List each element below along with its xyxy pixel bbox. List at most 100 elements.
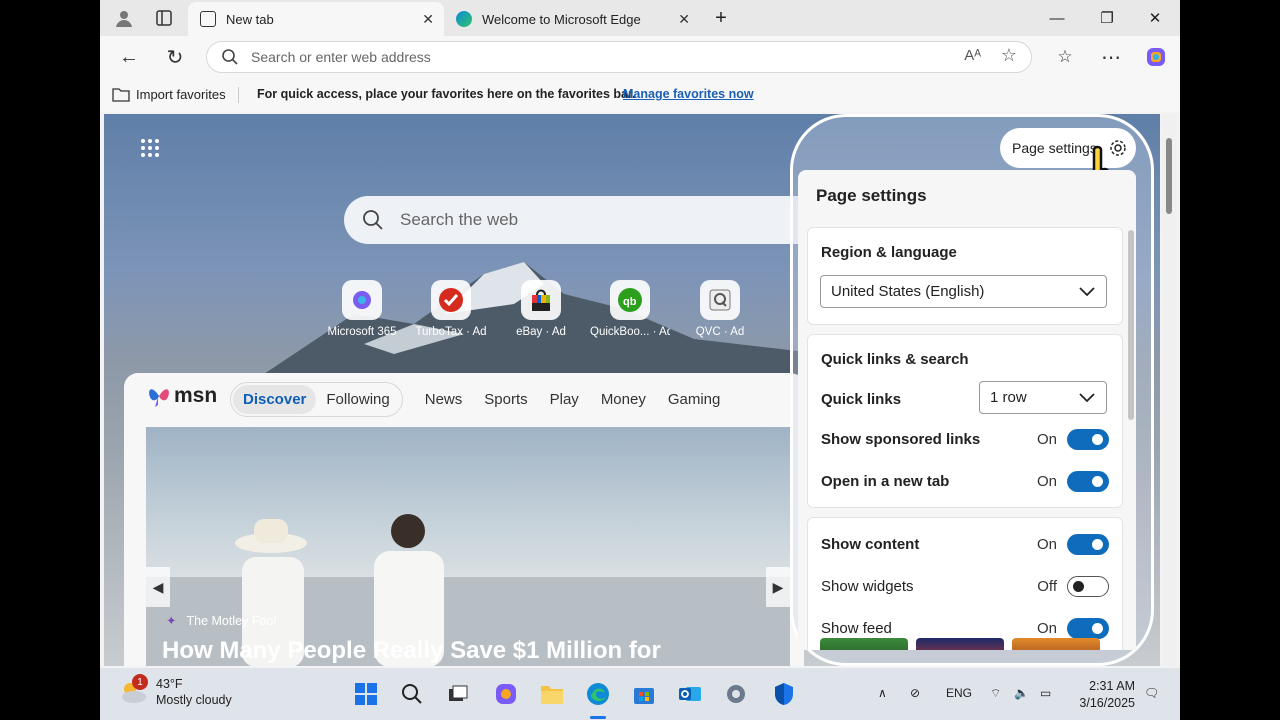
- start-icon[interactable]: [352, 680, 380, 708]
- address-bar[interactable]: Search or enter web address Aᴬ ☆: [206, 41, 1032, 73]
- background-thumbnails: [820, 638, 1100, 650]
- background-thumbnail[interactable]: [1012, 638, 1100, 650]
- show-feed-toggle[interactable]: [1067, 617, 1109, 639]
- copilot-icon[interactable]: [1143, 44, 1169, 70]
- msn-logo[interactable]: msn: [146, 383, 217, 409]
- favorite-star-icon[interactable]: ☆: [1001, 45, 1017, 66]
- weather-description: Mostly cloudy: [156, 693, 232, 707]
- outlook-icon[interactable]: [676, 680, 704, 708]
- hero-image: [146, 514, 790, 666]
- open-new-tab-toggle[interactable]: [1067, 470, 1109, 492]
- quick-link-microsoft-365[interactable]: Microsoft 365: [322, 280, 402, 338]
- tab-play[interactable]: Play: [550, 391, 579, 408]
- msn-logo-text: msn: [174, 384, 218, 407]
- tab-news[interactable]: News: [425, 391, 463, 408]
- language-indicator[interactable]: ENG: [946, 686, 972, 700]
- tab-new-tab[interactable]: New tab ✕: [188, 2, 444, 36]
- show-widgets-label: Show widgets: [821, 577, 914, 595]
- quick-link-label: eBay · Ad: [516, 326, 566, 338]
- active-app-indicator: [590, 716, 606, 719]
- hero-prev-button[interactable]: ◀: [146, 567, 170, 607]
- settings-gear-icon[interactable]: [722, 680, 750, 708]
- quick-links-search-card: Quick links & search Quick links 1 row S…: [807, 334, 1123, 508]
- svg-text:qb: qb: [623, 296, 637, 308]
- wifi-icon[interactable]: ⌔: [990, 686, 1001, 701]
- system-clock[interactable]: 2:31 AM 3/16/2025: [1075, 678, 1135, 712]
- region-select[interactable]: United States (English): [820, 275, 1107, 308]
- tab-gaming[interactable]: Gaming: [668, 391, 721, 408]
- page-scrollbar-thumb[interactable]: [1166, 138, 1172, 214]
- sponsored-links-row: Show sponsored links On: [821, 427, 1109, 451]
- background-thumbnail[interactable]: [916, 638, 1004, 650]
- quick-link-quickbooks[interactable]: qb QuickBoo... · Ad: [590, 280, 670, 338]
- favorites-icon[interactable]: ☆: [1052, 44, 1078, 70]
- search-icon: [221, 48, 239, 71]
- quick-link-qvc[interactable]: QVC · Ad: [680, 280, 760, 338]
- import-favorites-button[interactable]: Import favorites: [112, 86, 226, 102]
- task-view-icon[interactable]: [444, 680, 472, 708]
- defender-shield-icon[interactable]: [770, 680, 798, 708]
- tab-welcome-edge[interactable]: Welcome to Microsoft Edge ✕: [444, 2, 700, 36]
- quick-links-value: 1 row: [990, 389, 1027, 406]
- divider: [238, 87, 239, 103]
- manage-favorites-link[interactable]: Manage favorites now: [623, 87, 754, 101]
- screen: New tab ✕ Welcome to Microsoft Edge ✕ + …: [100, 0, 1180, 720]
- clock-date: 3/16/2025: [1079, 696, 1135, 710]
- new-tab-button[interactable]: +: [706, 6, 736, 30]
- file-explorer-icon[interactable]: [538, 680, 566, 708]
- profile-icon[interactable]: [112, 6, 136, 30]
- web-search-placeholder: Search the web: [400, 210, 519, 229]
- tab-discover[interactable]: Discover: [233, 385, 317, 414]
- refresh-button[interactable]: ↻: [162, 44, 188, 70]
- restore-button[interactable]: ❐: [1092, 6, 1122, 30]
- web-search-box[interactable]: Search the web: [344, 196, 864, 244]
- article-headline[interactable]: How Many People Really Save $1 Million f…: [162, 637, 661, 665]
- network-off-icon[interactable]: ⊘: [910, 686, 920, 700]
- microsoft-store-icon[interactable]: [630, 680, 658, 708]
- msn-butterfly-icon: [149, 389, 169, 407]
- show-content-toggle[interactable]: [1067, 533, 1109, 555]
- search-icon[interactable]: [398, 680, 426, 708]
- sponsored-links-toggle[interactable]: [1067, 428, 1109, 450]
- read-aloud-icon[interactable]: Aᴬ: [964, 47, 981, 64]
- page-scrollbar[interactable]: [1162, 114, 1176, 666]
- panel-scrollbar[interactable]: [1128, 230, 1134, 420]
- notifications-icon[interactable]: 🗨: [1144, 686, 1159, 700]
- tab-sports[interactable]: Sports: [484, 391, 527, 408]
- tab-money[interactable]: Money: [601, 391, 646, 408]
- tab-actions-icon[interactable]: [152, 6, 176, 30]
- more-options-icon[interactable]: ⋯: [1098, 44, 1124, 70]
- weather-widget[interactable]: 1 43°F Mostly cloudy: [118, 674, 232, 708]
- apps-grid-icon[interactable]: [140, 138, 160, 163]
- import-favorites-label: Import favorites: [136, 86, 226, 102]
- close-tab-icon[interactable]: ✕: [678, 11, 690, 28]
- volume-icon[interactable]: 🔈: [1014, 686, 1029, 700]
- quick-links-select[interactable]: 1 row: [979, 381, 1107, 414]
- copilot-icon[interactable]: [492, 680, 520, 708]
- back-button[interactable]: ←: [116, 44, 142, 70]
- show-content-state: On: [1036, 535, 1057, 553]
- article-source: ✦ The Motley Fool: [166, 613, 276, 629]
- navigation-bar: ← ↻ Search or enter web address Aᴬ ☆ ☆ ⋯: [100, 36, 1180, 78]
- background-thumbnail[interactable]: [820, 638, 908, 650]
- quick-link-turbotax[interactable]: TurboTax · Ad: [411, 280, 491, 338]
- edge-icon: [456, 11, 472, 27]
- minimize-button[interactable]: —: [1042, 6, 1072, 30]
- quick-links-label: Quick links: [821, 390, 902, 408]
- quick-links-search-title: Quick links & search: [821, 351, 969, 368]
- chevron-up-icon[interactable]: ∧: [878, 686, 887, 700]
- weather-alert-badge: 1: [132, 674, 148, 690]
- show-feed-label: Show feed: [821, 619, 892, 637]
- new-tab-page: Search the web Microsoft 365 TurboTax · …: [104, 114, 1160, 666]
- close-tab-icon[interactable]: ✕: [422, 11, 434, 28]
- quick-link-ebay[interactable]: eBay · Ad: [501, 280, 581, 338]
- panel-title: Page settings: [816, 186, 927, 205]
- battery-icon[interactable]: ▭: [1040, 686, 1051, 700]
- close-window-button[interactable]: ✕: [1140, 6, 1170, 30]
- hero-article[interactable]: ◀ ▶ ✦ The Motley Fool How Many People Re…: [146, 427, 790, 666]
- edge-icon[interactable]: [584, 680, 612, 708]
- tab-following[interactable]: Following: [316, 385, 399, 414]
- show-widgets-toggle[interactable]: [1067, 575, 1109, 597]
- region-selected-value: United States (English): [831, 283, 985, 300]
- hero-next-button[interactable]: ▶: [766, 567, 790, 607]
